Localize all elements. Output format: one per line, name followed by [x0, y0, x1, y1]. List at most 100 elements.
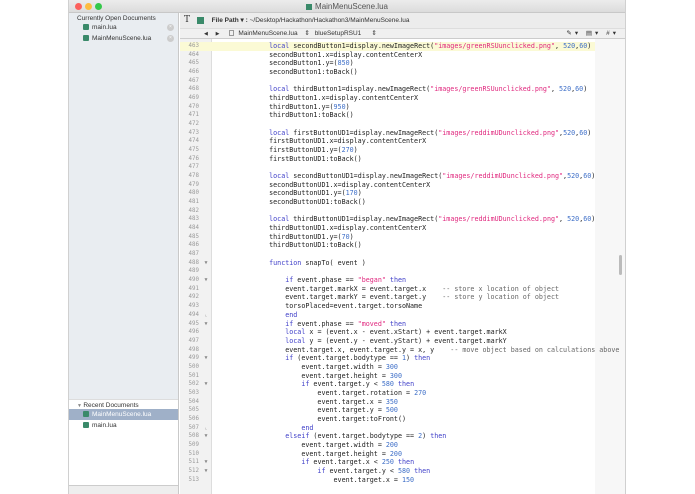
code-line[interactable]: 500 event.target.width = 300	[180, 363, 595, 372]
open-doc-item[interactable]: main.lua ×	[69, 22, 178, 33]
code-line[interactable]: 510 event.target.height = 200	[180, 450, 595, 459]
code-line[interactable]: 463 local secondButton1=display.newImage…	[180, 42, 595, 51]
vertical-scrollbar[interactable]	[595, 39, 625, 494]
code-line[interactable]: 512 ▼ if event.target.y < 580 then	[180, 467, 595, 476]
recent-doc-item[interactable]: MainMenuScene.lua	[69, 409, 178, 420]
fold-toggle-icon[interactable]: ▼	[202, 380, 210, 389]
file-path-label[interactable]: File Path ▾ :	[212, 17, 248, 24]
recent-docs-header[interactable]: ▼ Recent Documents	[69, 400, 178, 409]
code-line[interactable]: 468 local thirdButton1=display.newImageR…	[180, 85, 595, 94]
code-text: secondButton1.y=(850)	[253, 59, 354, 68]
code-line[interactable]: 494 ⌞ end	[180, 311, 595, 320]
editor-tools-icons[interactable]: ✎▾ ▤▾ #▾	[566, 29, 619, 39]
code-line[interactable]: 505 event.target.y = 500	[180, 406, 595, 415]
code-line[interactable]: 509 event.target.width = 200	[180, 441, 595, 450]
code-line[interactable]: 487	[180, 250, 595, 259]
code-line[interactable]: 504 event.target.x = 350	[180, 398, 595, 407]
code-line[interactable]: 478 local secondButtonUD1=display.newIma…	[180, 172, 596, 181]
code-text: elseif (event.target.bodytype == 2) then	[253, 432, 446, 441]
code-token: y = (event.y - event.yStart) + event.tar…	[305, 336, 507, 345]
code-token: )	[587, 128, 592, 137]
code-line[interactable]: 502 ▼ if event.target.y < 580 then	[180, 380, 595, 389]
fold-toggle-icon[interactable]: ▼	[202, 432, 210, 441]
code-line[interactable]: 491 event.target.markX = event.target.x …	[180, 285, 595, 294]
code-line[interactable]: 485 thirdButtonUD1.y=(70)	[180, 233, 595, 242]
code-token: snapTo( event )	[301, 258, 366, 267]
fold-toggle-icon[interactable]: ▼	[202, 320, 210, 329]
close-button[interactable]	[75, 3, 82, 10]
back-arrow-icon[interactable]: ◀	[204, 31, 208, 37]
code-line[interactable]: 511 ▼ if event.target.x < 250 then	[180, 458, 595, 467]
text-tool-icon[interactable]: T	[184, 15, 190, 25]
line-number: 490	[188, 277, 199, 284]
line-number: 474	[188, 138, 199, 145]
close-doc-icon[interactable]: ×	[167, 35, 174, 42]
code-line[interactable]: 495 ▼ if event.phase == "moved" then	[180, 320, 595, 329]
code-token: 300	[385, 362, 398, 371]
code-text: thirdButtonUD1.x=display.contentCenterX	[253, 224, 426, 233]
code-line[interactable]: 477	[180, 163, 595, 172]
code-line[interactable]: 493 torsoPlaced=event.target.torsoName	[180, 302, 595, 311]
code-line[interactable]: 479 secondButtonUD1.x=display.contentCen…	[180, 181, 595, 190]
zoom-button[interactable]	[95, 3, 102, 10]
recent-doc-item[interactable]: main.lua	[69, 420, 178, 431]
code-line[interactable]: 488 ▼ function snapTo( event )	[180, 259, 595, 268]
code-line[interactable]: 492 event.target.markY = event.target.y …	[180, 293, 595, 302]
line-number: 505	[188, 407, 199, 414]
symbol-selector[interactable]: blueSetupRSU1 ⇕	[315, 30, 377, 37]
code-line[interactable]: 508 ▼ elseif (event.target.bodytype == 2)…	[180, 432, 595, 441]
code-line[interactable]: 501 event.target.height = 300	[180, 372, 595, 381]
fold-toggle-icon[interactable]: ⌞	[202, 424, 210, 433]
code-line[interactable]: 472	[180, 120, 595, 129]
code-text: event.target.x, event.target.y = x, y --…	[253, 346, 619, 355]
code-line[interactable]: 466 secondButton1:toBack()	[180, 68, 595, 77]
code-line[interactable]: 490 ▼ if event.phase == "began" then	[180, 276, 595, 285]
code-line[interactable]: 496 local x = (event.x - event.xStart) +…	[180, 328, 595, 337]
close-doc-icon[interactable]: ×	[167, 24, 174, 31]
code-line[interactable]: 507 ⌞ end	[180, 424, 595, 433]
code-line[interactable]: 480 secondButtonUD1.y=(170)	[180, 189, 595, 198]
code-line[interactable]: 481 secondButtonUD1:toBack()	[180, 198, 595, 207]
code-editor[interactable]: 463 local secondButton1=display.newImage…	[180, 39, 625, 494]
code-line[interactable]: 476 firstButtonUD1:toBack()	[180, 155, 595, 164]
code-line[interactable]: 469 thirdButton1.x=display.contentCenter…	[180, 94, 595, 103]
forward-arrow-icon[interactable]: ▶	[216, 31, 220, 37]
fold-toggle-icon[interactable]: ⌞	[202, 311, 210, 320]
code-line[interactable]: 486 thirdButtonUD1:toBack()	[180, 241, 595, 250]
code-token: local	[269, 215, 290, 224]
file-icon[interactable]	[196, 16, 204, 24]
code-line[interactable]: 467	[180, 77, 595, 86]
open-doc-item[interactable]: MainMenuScene.lua ×	[69, 33, 178, 44]
code-text: local y = (event.y - event.yStart) + eve…	[253, 336, 507, 346]
code-line[interactable]: 465 secondButton1.y=(850)	[180, 59, 595, 68]
fold-toggle-icon[interactable]: ▼	[202, 259, 210, 268]
code-line[interactable]: 503 event.target.rotation = 270	[180, 389, 595, 398]
code-line[interactable]: 499 ▼ if (event.target.bodytype == 1) the…	[180, 354, 595, 363]
scrollbar-thumb[interactable]	[619, 255, 622, 275]
code-lines[interactable]: 463 local secondButton1=display.newImage…	[180, 42, 620, 485]
fold-toggle-icon[interactable]: ▼	[202, 467, 210, 476]
minimize-button[interactable]	[85, 3, 92, 10]
code-line[interactable]: 497 local y = (event.y - event.yStart) +…	[180, 337, 595, 346]
fold-toggle-icon[interactable]: ▼	[202, 354, 210, 363]
line-number: 495	[188, 320, 199, 327]
code-line[interactable]: 473 local firstButtonUD1=display.newImag…	[180, 129, 595, 138]
fold-toggle-icon[interactable]: ▼	[202, 458, 210, 467]
code-line[interactable]: 513 event.target.x = 150	[180, 476, 595, 485]
fold-toggle-icon[interactable]: ▼	[202, 276, 210, 285]
code-line[interactable]: 471 thirdButton1:toBack()	[180, 111, 595, 120]
code-line[interactable]: 470 thirdButton1.y=(950)	[180, 103, 595, 112]
code-line[interactable]: 498 event.target.x, event.target.y = x, …	[180, 346, 620, 355]
code-token: )	[345, 102, 350, 111]
file-selector[interactable]: MainMenuScene.lua ⇕	[229, 30, 310, 37]
code-line[interactable]: 489	[180, 267, 595, 276]
code-text: function snapTo( event )	[253, 259, 366, 268]
code-line[interactable]: 475 firstButtonUD1.y=(270)	[180, 146, 595, 155]
code-line[interactable]: 506 event.target:toFront()	[180, 415, 595, 424]
code-line[interactable]: 483 local thirdButtonUD1=display.newImag…	[180, 215, 596, 224]
code-line[interactable]: 484 thirdButtonUD1.x=display.contentCent…	[180, 224, 595, 233]
code-line[interactable]: 464 secondButton1.x=display.contentCente…	[180, 51, 595, 60]
code-line[interactable]: 474 firstButtonUD1.x=display.contentCent…	[180, 137, 595, 146]
code-line[interactable]: 482	[180, 207, 595, 216]
